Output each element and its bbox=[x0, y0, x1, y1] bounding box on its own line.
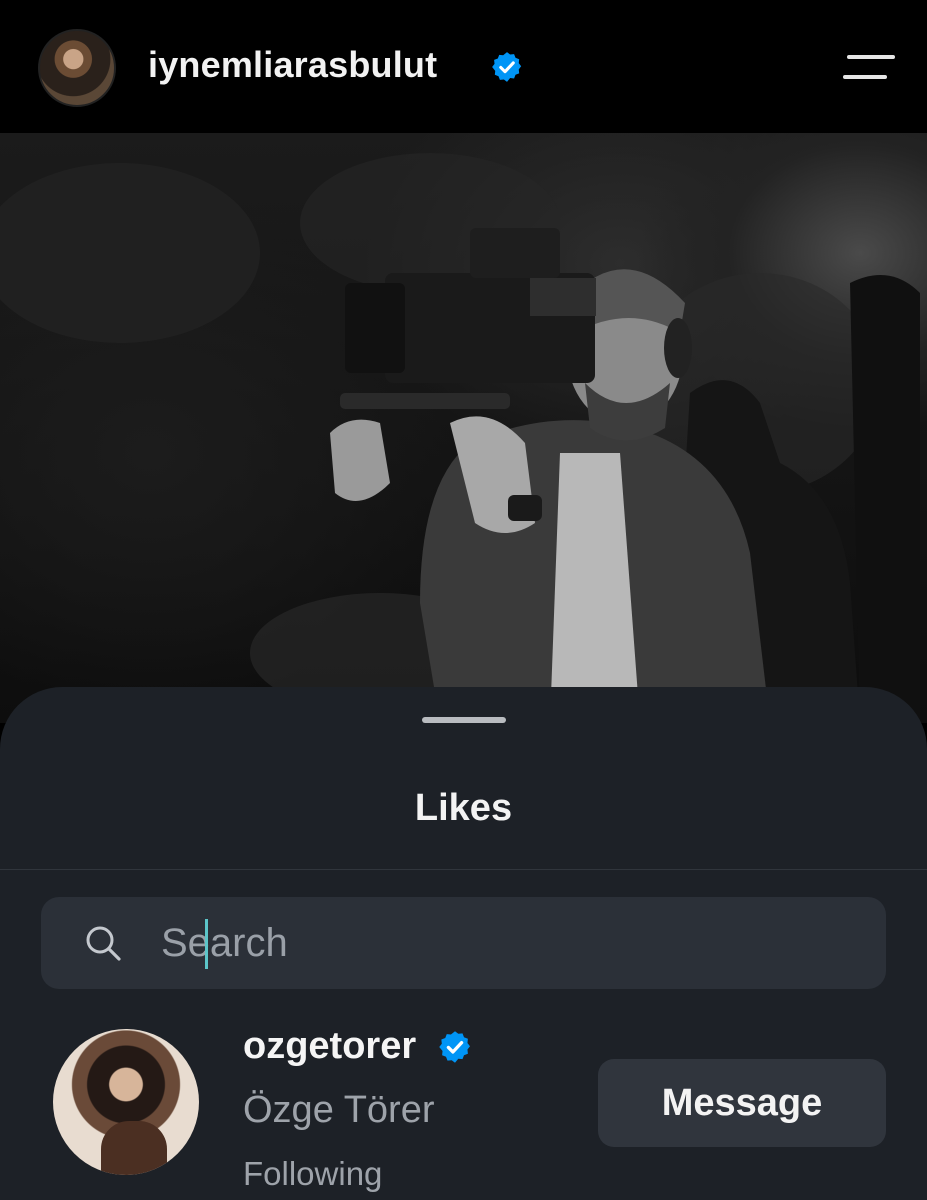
search-box[interactable] bbox=[41, 897, 886, 989]
search-icon bbox=[86, 926, 121, 961]
sheet-divider bbox=[0, 869, 927, 870]
profile-username[interactable]: iynemliarasbulut bbox=[148, 44, 437, 86]
verified-badge-icon bbox=[492, 52, 522, 82]
screen: iynemliarasbulut Likes Search ozgetorer … bbox=[0, 0, 927, 1200]
menu-icon[interactable] bbox=[843, 53, 895, 81]
liker-full-name: Özge Törer bbox=[243, 1089, 435, 1131]
following-status: Following bbox=[243, 1155, 383, 1192]
likes-sheet: Likes ozgetorer Özge Törer Following Mes… bbox=[0, 687, 927, 1200]
top-bar: iynemliarasbulut bbox=[0, 0, 927, 133]
liker-username[interactable]: ozgetorer bbox=[243, 1025, 416, 1068]
user-avatar[interactable] bbox=[53, 1029, 199, 1175]
verified-badge-icon bbox=[439, 1031, 470, 1063]
sheet-drag-handle[interactable] bbox=[422, 717, 506, 723]
sheet-title: Likes bbox=[414, 787, 513, 829]
profile-avatar[interactable] bbox=[38, 29, 116, 107]
post-photo[interactable] bbox=[0, 133, 927, 723]
text-caret bbox=[205, 919, 208, 969]
liker-list-item[interactable]: ozgetorer Özge Törer Following Message bbox=[0, 1009, 927, 1200]
message-button[interactable]: Message bbox=[598, 1059, 886, 1147]
search-input[interactable] bbox=[161, 911, 861, 975]
